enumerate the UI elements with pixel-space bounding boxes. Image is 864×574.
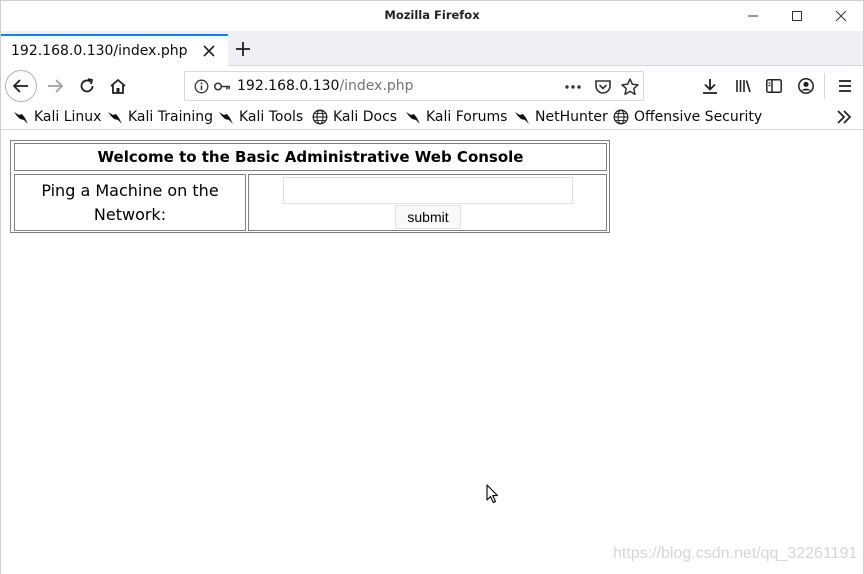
globe-icon bbox=[613, 109, 629, 125]
bookmark-kali-training[interactable]: Kali Training bbox=[107, 108, 213, 126]
tab-title: 192.168.0.130/index.php bbox=[11, 43, 188, 59]
url-bar[interactable]: 192.168.0.130/index.php bbox=[184, 71, 644, 101]
url-path: /index.php bbox=[339, 78, 414, 94]
title-bar: Mozilla Firefox bbox=[1, 1, 863, 31]
maximize-icon bbox=[792, 11, 802, 21]
close-icon bbox=[835, 10, 847, 22]
bookmark-label: Kali Linux bbox=[34, 109, 102, 125]
bookmark-nethunter[interactable]: NetHunter bbox=[514, 108, 608, 126]
ping-input[interactable] bbox=[283, 177, 573, 204]
page-content: Welcome to the Basic Administrative Web … bbox=[1, 131, 863, 574]
console-table: Welcome to the Basic Administrative Web … bbox=[10, 140, 610, 233]
bookmark-label: Kali Tools bbox=[239, 109, 304, 125]
bookmark-label: Offensive Security bbox=[634, 109, 763, 125]
menu-button[interactable] bbox=[833, 74, 857, 98]
back-button[interactable] bbox=[5, 70, 37, 102]
toolbar-separator bbox=[824, 73, 825, 99]
hamburger-menu-icon bbox=[839, 80, 851, 92]
mouse-cursor-icon bbox=[486, 484, 499, 504]
tab-active[interactable]: 192.168.0.130/index.php bbox=[1, 34, 228, 66]
watermark-text: https://blog.csdn.net/qq_32261191 bbox=[613, 545, 858, 562]
globe-icon bbox=[312, 109, 328, 125]
bookmark-kali-docs[interactable]: Kali Docs bbox=[312, 108, 397, 126]
bookmark-kali-tools[interactable]: Kali Tools bbox=[218, 108, 303, 126]
arrow-right-icon bbox=[48, 79, 64, 93]
reload-button[interactable] bbox=[71, 70, 103, 102]
account-icon bbox=[798, 78, 814, 94]
bookmark-label: Kali Training bbox=[128, 109, 213, 125]
plus-icon bbox=[236, 42, 250, 56]
close-window-button[interactable] bbox=[830, 5, 852, 27]
bookmarks-toolbar: Kali Linux Kali Training Kali Tools Kali… bbox=[1, 104, 863, 130]
minimize-button[interactable] bbox=[742, 5, 764, 27]
window-title: Mozilla Firefox bbox=[384, 8, 480, 22]
bookmark-label: Kali Forums bbox=[426, 109, 508, 125]
reload-icon bbox=[80, 78, 94, 93]
ping-form-cell: submit bbox=[248, 174, 607, 231]
key-icon[interactable] bbox=[213, 79, 231, 94]
home-button[interactable] bbox=[102, 70, 134, 102]
account-button[interactable] bbox=[794, 74, 818, 98]
forward-button[interactable] bbox=[39, 70, 71, 102]
bookmark-star-icon[interactable] bbox=[620, 77, 640, 97]
sidebar-button[interactable] bbox=[762, 74, 786, 98]
url-text[interactable]: 192.168.0.130/index.php bbox=[237, 78, 414, 94]
page-title: Welcome to the Basic Administrative Web … bbox=[14, 143, 607, 171]
navigation-toolbar: 192.168.0.130/index.php bbox=[1, 67, 863, 104]
download-icon bbox=[703, 79, 717, 94]
submit-button[interactable]: submit bbox=[395, 205, 461, 229]
kali-dragon-icon bbox=[14, 112, 28, 124]
downloads-button[interactable] bbox=[698, 74, 722, 98]
home-icon bbox=[110, 78, 126, 94]
more-actions-icon[interactable] bbox=[563, 77, 583, 97]
tab-close-icon[interactable] bbox=[201, 43, 217, 59]
new-tab-button[interactable] bbox=[232, 38, 254, 60]
bookmark-kali-linux[interactable]: Kali Linux bbox=[13, 108, 101, 126]
library-button[interactable] bbox=[731, 74, 755, 98]
kali-dragon-icon bbox=[108, 112, 122, 124]
pocket-icon[interactable] bbox=[593, 77, 613, 97]
maximize-button[interactable] bbox=[786, 5, 808, 27]
bookmark-kali-forums[interactable]: Kali Forums bbox=[405, 108, 507, 126]
bookmark-offensive-security[interactable]: Offensive Security bbox=[613, 108, 762, 126]
browser-window: Mozilla Firefox 192.168.0.130/index.php bbox=[0, 0, 864, 574]
info-icon[interactable] bbox=[194, 79, 209, 94]
bookmark-label: Kali Docs bbox=[333, 109, 398, 125]
ping-label: Ping a Machine on the Network: bbox=[14, 174, 246, 231]
kali-dragon-icon bbox=[406, 112, 420, 124]
library-icon bbox=[736, 80, 751, 93]
url-host: 192.168.0.130 bbox=[237, 78, 340, 94]
tab-strip: 192.168.0.130/index.php bbox=[1, 31, 863, 66]
chevron-double-right-icon[interactable] bbox=[835, 108, 853, 126]
bookmark-label: NetHunter bbox=[535, 109, 608, 125]
minimize-icon bbox=[748, 15, 758, 17]
kali-dragon-icon bbox=[219, 112, 233, 124]
kali-dragon-icon bbox=[515, 112, 529, 124]
arrow-left-icon bbox=[12, 79, 28, 93]
sidebar-icon bbox=[766, 79, 782, 93]
